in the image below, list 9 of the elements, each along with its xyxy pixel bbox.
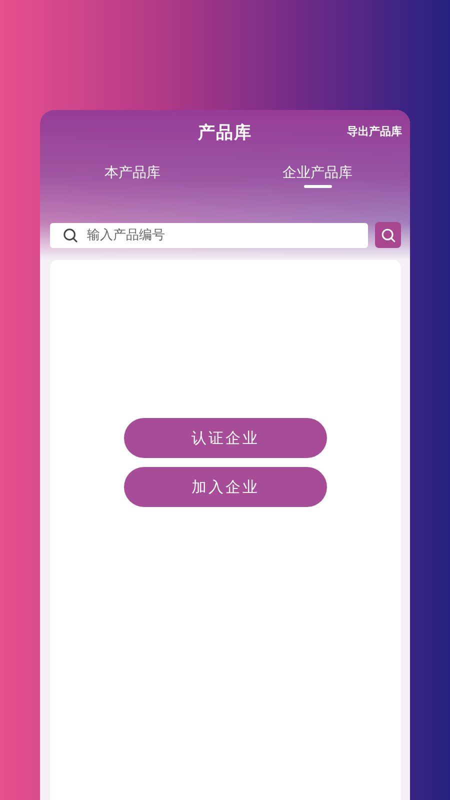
tab[interactable]: 企业产品库 [225,164,410,188]
search-field[interactable]: 输入产品编号 [50,222,368,248]
search-icon [380,228,396,242]
export-link[interactable]: 导出产品库 [347,124,402,139]
search-button[interactable] [375,222,401,248]
action-button[interactable]: 认证企业 [124,418,327,458]
page-title: 产品库 [198,122,252,144]
action-button[interactable]: 加入企业 [124,467,327,507]
tab[interactable]: 本产品库 [40,164,225,188]
